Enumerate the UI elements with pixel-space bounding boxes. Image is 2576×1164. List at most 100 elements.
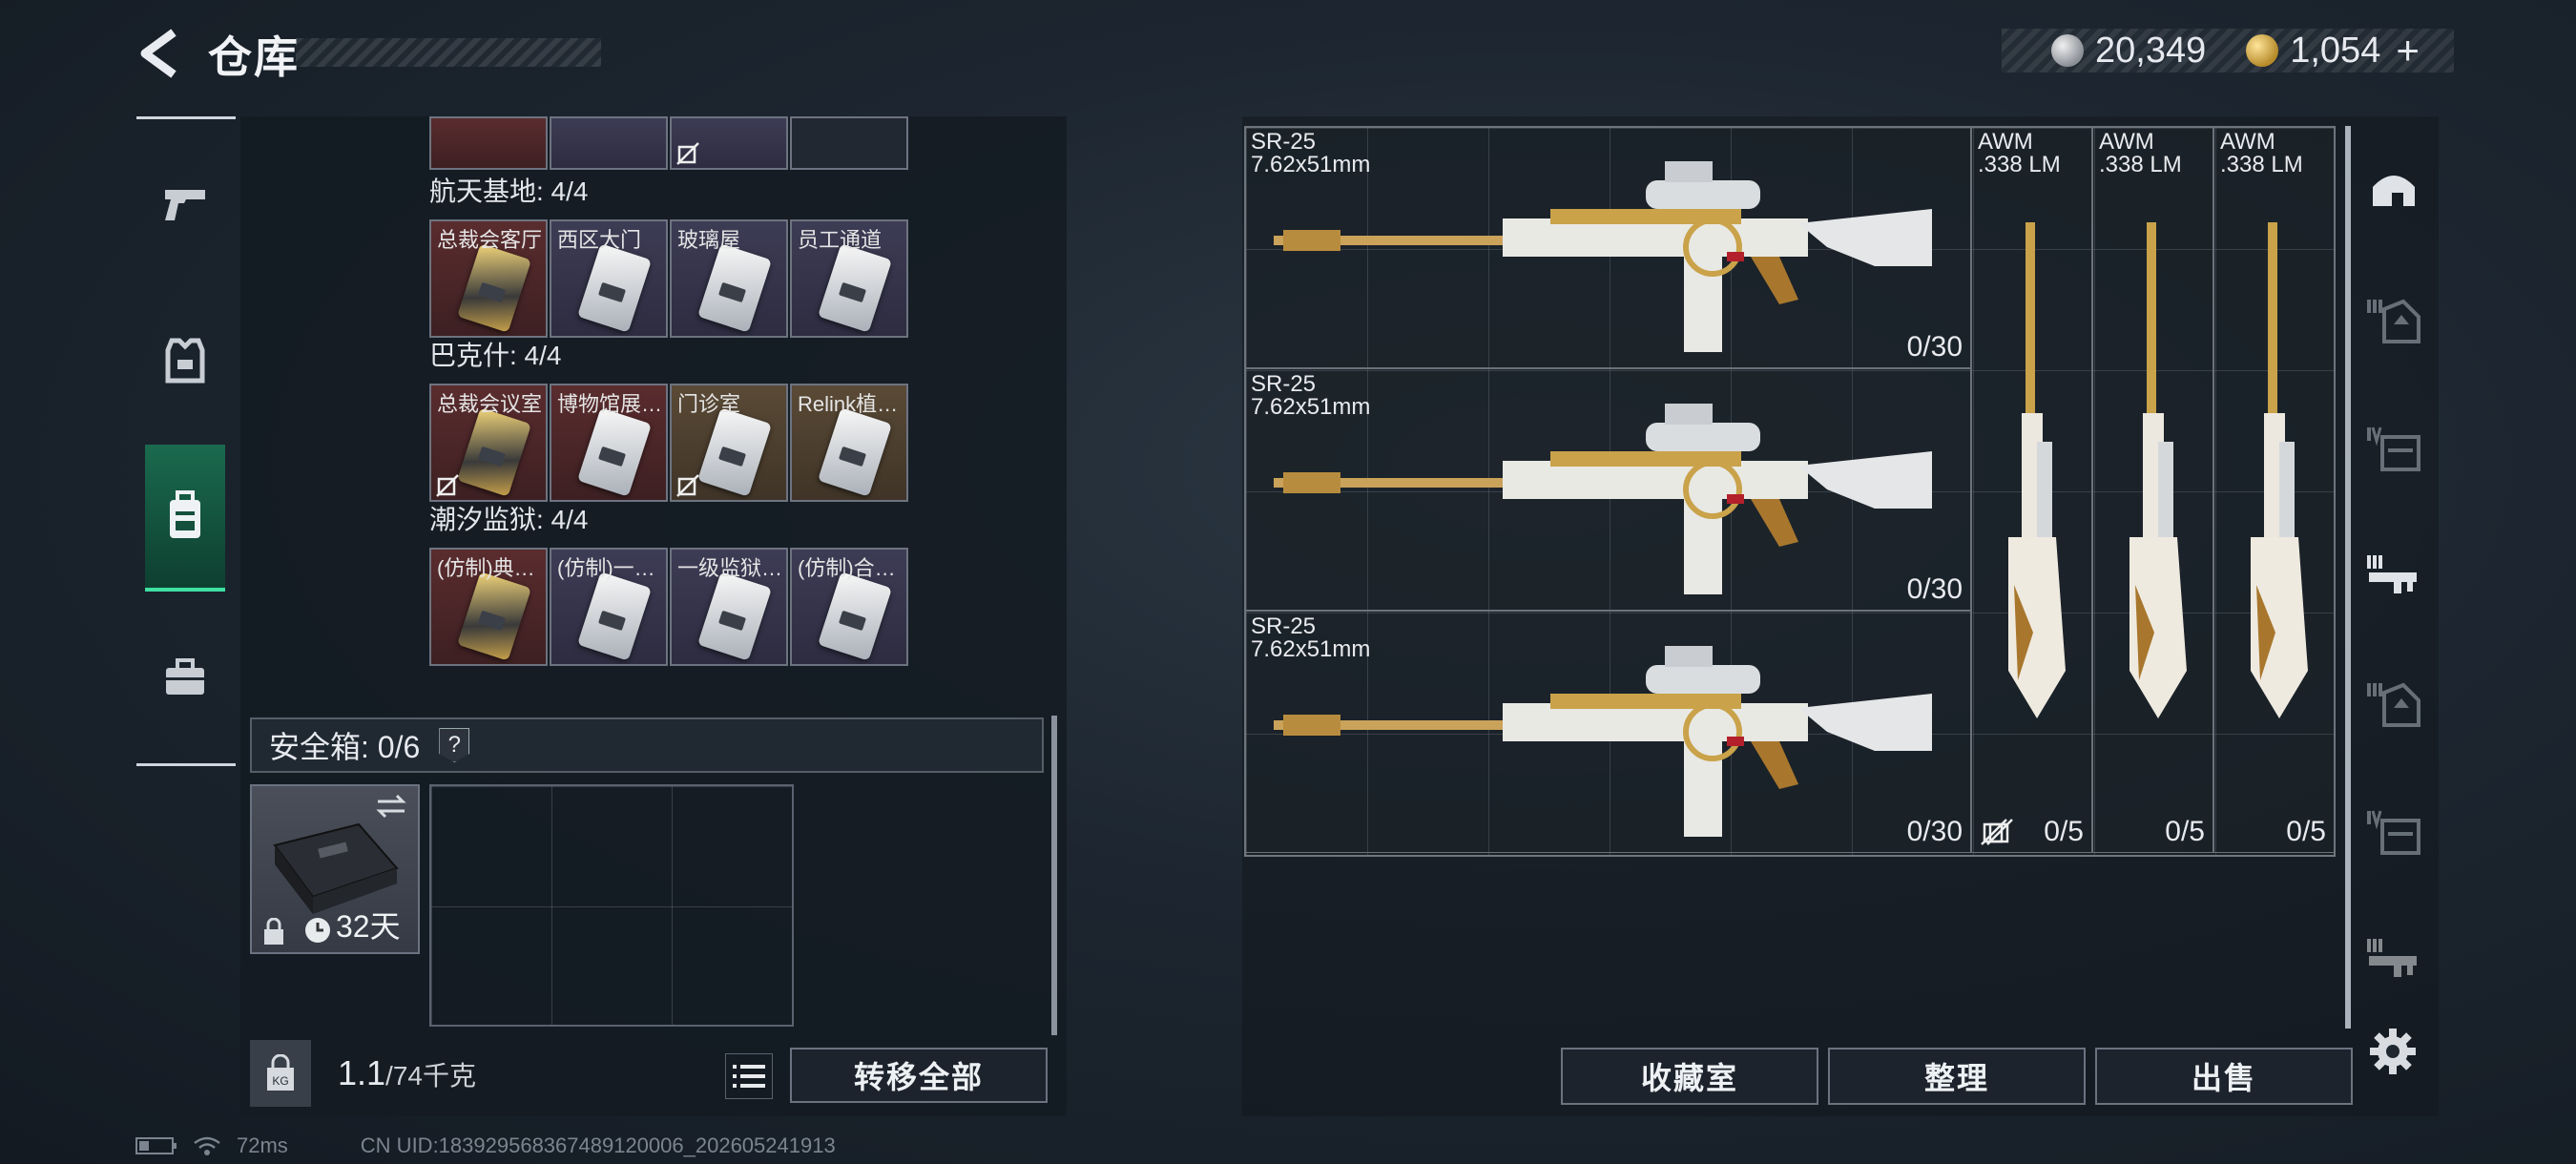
card-slot[interactable]	[429, 116, 548, 170]
weapon-name: AWM .338 LM	[2220, 131, 2303, 177]
keycard-slot[interactable]: 总裁会客厅	[429, 219, 548, 338]
ammo-count: 0/5	[2286, 816, 2326, 847]
keycard-slot[interactable]: (仿制)合…	[790, 548, 908, 666]
keycard-slot[interactable]: 总裁会议室	[429, 384, 548, 502]
keycard-slot[interactable]: 员工通道	[790, 219, 908, 338]
weight-icon: KG	[250, 1040, 311, 1107]
weapon-item[interactable]: SR-25 7.62x51mm 0/30	[1244, 611, 2007, 853]
ammo-count: 0/5	[2044, 816, 2084, 847]
lock-icon	[264, 918, 283, 945]
no-trade-icon	[676, 142, 699, 165]
weapon-caliber: 7.62x51mm	[1251, 636, 1371, 662]
currency-bar: 20,349 1,054 +	[2002, 28, 2454, 73]
card-slot[interactable]	[790, 116, 908, 170]
safe-case-slot[interactable]: 32天	[250, 784, 420, 954]
keycard-image	[457, 407, 531, 497]
transfer-all-button[interactable]: 转移全部	[790, 1048, 1048, 1103]
storage-tab-level-3-gun[interactable]	[2362, 529, 2425, 624]
keycard-slot[interactable]: (仿制)典…	[429, 548, 548, 666]
rail-tab-armor[interactable]	[145, 290, 225, 433]
keycard-slot[interactable]: 一级监狱…	[670, 548, 788, 666]
weapon-item[interactable]: SR-25 7.62x51mm 0/30	[1244, 126, 1971, 368]
status-bar: 72ms CN UID:1839295683674891200​06_20260…	[135, 1133, 836, 1158]
keycard-label: 员工通道	[798, 228, 883, 252]
keycard-sections: 航天基地: 4/4 总裁会客厅 西区大门 玻璃屋 员工通道 巴克什: 4/4 总裁会议室 博物…	[429, 174, 1002, 666]
card-slot[interactable]	[670, 116, 788, 170]
settings-button[interactable]	[2364, 1023, 2421, 1080]
keycard-slot[interactable]: 玻璃屋	[670, 219, 788, 338]
swap-icon[interactable]	[374, 792, 408, 821]
rifle-image	[2008, 222, 2066, 718]
keycard-image	[818, 243, 892, 333]
weapon-item[interactable]: SR-25 7.62x51mm 0/30	[1244, 368, 1971, 611]
weapon-name: SR-25 7.62x51mm	[1251, 373, 1370, 419]
keycard-slot[interactable]: (仿制)一…	[550, 548, 668, 666]
safe-box-label: 安全箱: 0/6	[269, 730, 421, 764]
ammo-count: 0/5	[2165, 816, 2205, 847]
collection-room-button[interactable]: 收藏室	[1561, 1048, 1818, 1105]
keycard-image	[818, 572, 892, 661]
storage-tab-level-4-bag[interactable]	[2362, 784, 2425, 880]
keycard-slot[interactable]: Relink植…	[790, 384, 908, 502]
back-button[interactable]	[134, 27, 191, 80]
card-slot[interactable]	[550, 116, 668, 170]
clock-icon	[305, 918, 330, 943]
keycard-label: (仿制)典…	[437, 556, 535, 580]
keycard-row: (仿制)典… (仿制)一… 一级监狱… (仿制)合…	[429, 548, 1002, 666]
weapon-model: SR-25	[1251, 371, 1317, 397]
keycard-image	[697, 572, 772, 661]
section-title: 航天基地: 4/4	[429, 177, 589, 206]
safe-box-header: 安全箱: 0/6 ?	[250, 717, 1044, 773]
keycard-image	[697, 243, 772, 333]
title-decoration	[296, 38, 601, 67]
inventory-scrollbar[interactable]	[1051, 716, 1057, 1035]
silver-coin-icon	[2051, 34, 2084, 67]
backpack-icon	[170, 490, 200, 538]
battery-icon	[135, 1137, 177, 1154]
rail-tab-weapons[interactable]	[145, 134, 225, 277]
ammo-count: 0/30	[1906, 331, 1963, 363]
storage-tab-level-3-armor[interactable]	[2362, 273, 2425, 368]
rail-divider-bottom	[136, 763, 236, 766]
add-currency-button[interactable]: +	[2396, 28, 2420, 73]
keycard-image	[697, 407, 772, 497]
weapon-item[interactable]: AWM .338 LM 0/5	[1971, 126, 2092, 853]
keycard-slot[interactable]: 博物馆展…	[550, 384, 668, 502]
help-button[interactable]: ?	[439, 728, 470, 762]
level-3-armor-icon	[2367, 682, 2420, 727]
rail-tab-toolbox[interactable]	[145, 607, 225, 750]
weight-value: 1.1/74千克	[338, 1053, 476, 1093]
gold-amount: 1,054	[2290, 30, 2381, 71]
ammo-count: 0/30	[1906, 573, 1963, 605]
keycard-slot[interactable]: 西区大门	[550, 219, 668, 338]
weight-max: /74千克	[385, 1061, 476, 1091]
list-view-button[interactable]	[725, 1053, 773, 1099]
organize-button[interactable]: 整理	[1828, 1048, 2086, 1105]
weapon-item[interactable]: AWM .338 LM 0/5	[2092, 126, 2213, 853]
card-row-partial	[429, 116, 910, 170]
weapon-caliber: 7.62x51mm	[1251, 394, 1371, 420]
tab-scrollbar[interactable]	[2345, 126, 2351, 1029]
weapon-item[interactable]: AWM .338 LM 0/5	[2213, 126, 2335, 853]
rifle-image	[2129, 222, 2187, 718]
storage-tab-level-3-gun[interactable]	[2362, 912, 2425, 1008]
sell-button[interactable]: 出售	[2095, 1048, 2353, 1105]
storage-tab-home[interactable]	[2362, 145, 2425, 240]
weapon-caliber: .338 LM	[2220, 152, 2303, 177]
keycard-row: 总裁会议室 博物馆展… 门诊室 Relink植…	[429, 384, 1002, 502]
page-title: 仓库	[208, 32, 300, 82]
keycard-label: Relink植…	[798, 392, 899, 416]
keycard-image	[577, 243, 652, 333]
keycard-label: 一级监狱…	[677, 556, 782, 580]
safe-box-grid[interactable]	[429, 784, 794, 1027]
uid-text: CN UID:1839295683674891200​06_2026052419…	[360, 1133, 836, 1157]
safe-case-duration: 32天	[336, 909, 401, 944]
list-icon	[733, 1065, 765, 1088]
storage-tab-level-3-armor[interactable]	[2362, 656, 2425, 752]
storage-tab-level-4-bag[interactable]	[2362, 401, 2425, 496]
keycard-slot[interactable]: 门诊室	[670, 384, 788, 502]
keycard-image	[457, 572, 531, 661]
keycard-image	[577, 407, 652, 497]
rail-tab-backpack[interactable]	[145, 445, 225, 592]
keycard-label: 博物馆展…	[557, 392, 662, 416]
